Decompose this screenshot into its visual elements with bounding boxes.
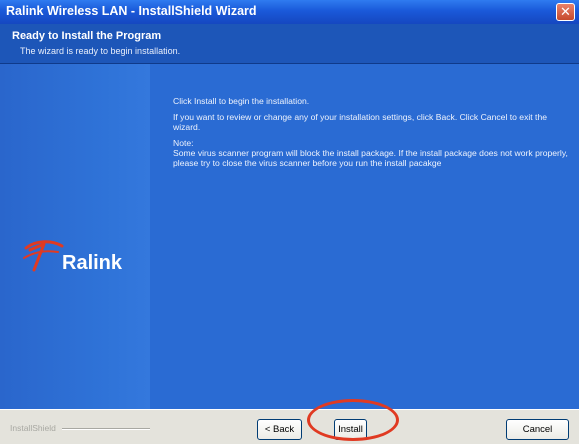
cancel-button[interactable]: Cancel	[506, 419, 569, 440]
sidebar-panel: Ralink	[0, 64, 150, 409]
close-button[interactable]: ✕	[556, 3, 575, 21]
installshield-wizard-window: Ralink Wireless LAN - InstallShield Wiza…	[0, 0, 579, 444]
back-button[interactable]: < Back	[257, 419, 302, 440]
wizard-header: Ready to Install the Program The wizard …	[0, 24, 579, 64]
window-title: Ralink Wireless LAN - InstallShield Wiza…	[6, 4, 257, 18]
review-settings-text: If you want to review or change any of y…	[173, 112, 548, 132]
installshield-brandmark: InstallShield	[10, 423, 56, 433]
note-text: Some virus scanner program will block th…	[173, 148, 568, 168]
wizard-footer: InstallShield < Back Install Cancel	[0, 409, 579, 444]
ralink-logo: Ralink	[22, 236, 132, 276]
logo-text: Ralink	[62, 252, 123, 274]
footer-divider	[62, 428, 150, 430]
ralink-swoosh-icon	[23, 240, 64, 272]
header-title: Ready to Install the Program	[12, 30, 162, 42]
title-bar[interactable]: Ralink Wireless LAN - InstallShield Wiza…	[0, 0, 579, 24]
instruction-text: Click Install to begin the installation.	[173, 96, 310, 106]
note-label: Note:	[173, 138, 194, 148]
header-subtitle: The wizard is ready to begin installatio…	[20, 46, 181, 56]
install-button[interactable]: Install	[334, 419, 367, 440]
wizard-body: Ralink Click Install to begin the instal…	[0, 64, 579, 409]
content-area: Click Install to begin the installation.…	[173, 96, 571, 174]
